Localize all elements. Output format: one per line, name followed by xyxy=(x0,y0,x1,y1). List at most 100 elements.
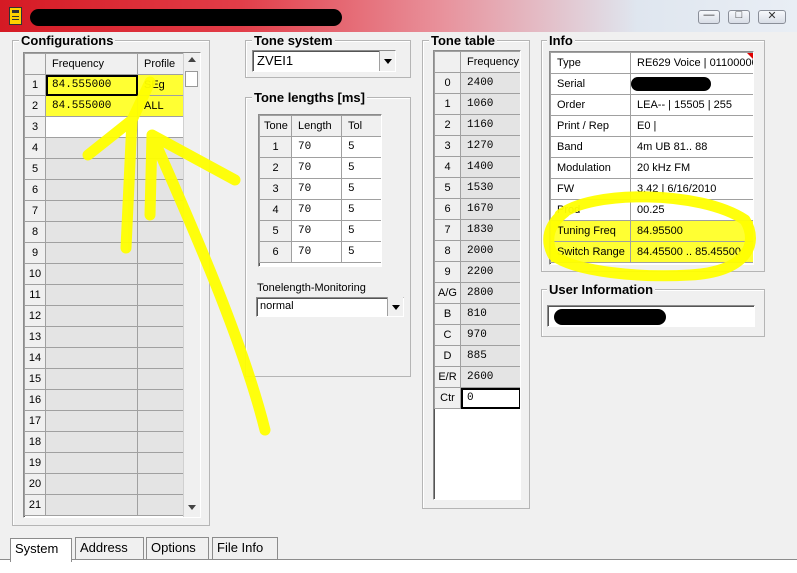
user-information-input[interactable] xyxy=(547,305,755,327)
frequency-cell[interactable] xyxy=(45,410,138,432)
tone-frequency-cell[interactable]: 2400 xyxy=(460,72,520,94)
frequency-cell[interactable] xyxy=(45,326,138,348)
tonelength-monitoring-select[interactable]: normal xyxy=(256,297,404,317)
tone-frequency-cell[interactable]: 1060 xyxy=(460,93,520,115)
length-cell[interactable]: 70 xyxy=(291,157,342,179)
table-row[interactable]: 19 xyxy=(24,452,185,474)
frequency-cell[interactable] xyxy=(45,158,138,180)
vertical-scrollbar[interactable] xyxy=(183,53,200,517)
scroll-up-icon[interactable] xyxy=(188,57,196,62)
profile-cell[interactable] xyxy=(137,431,185,453)
profile-column-header[interactable]: Profile xyxy=(137,53,185,75)
profile-cell[interactable] xyxy=(137,473,185,495)
tone-frequency-cell[interactable]: 885 xyxy=(460,345,520,367)
table-row[interactable]: E/R 2600 xyxy=(434,366,520,388)
tone-lengths-grid[interactable]: Tone Length Tol 1 70 5 2 70 5 3 70 5 4 70 5 5 70 5 6 70 5 xyxy=(258,114,382,267)
tol-cell[interactable]: 5 xyxy=(341,220,381,242)
frequency-cell[interactable] xyxy=(45,137,138,159)
table-row[interactable]: D 885 xyxy=(434,345,520,367)
profile-cell[interactable] xyxy=(137,326,185,348)
tab-address[interactable]: Address xyxy=(75,537,144,559)
profile-cell[interactable] xyxy=(137,305,185,327)
tone-frequency-cell[interactable]: 810 xyxy=(460,303,520,325)
tone-frequency-cell[interactable]: 1830 xyxy=(460,219,520,241)
table-row[interactable]: 21 xyxy=(24,494,185,516)
tab-options[interactable]: Options xyxy=(146,537,209,559)
tab-file-info[interactable]: File Info xyxy=(212,537,278,559)
tone-frequency-cell[interactable]: 970 xyxy=(460,324,520,346)
frequency-cell[interactable] xyxy=(45,242,138,264)
tol-cell[interactable]: 5 xyxy=(341,157,381,179)
table-row[interactable]: 6 1670 xyxy=(434,198,520,220)
frequency-cell[interactable] xyxy=(45,284,138,306)
tone-frequency-cell[interactable]: 2200 xyxy=(460,261,520,283)
frequency-cell[interactable] xyxy=(45,116,138,138)
profile-cell[interactable] xyxy=(137,137,185,159)
tone-frequency-cell[interactable]: 1530 xyxy=(460,177,520,199)
length-cell[interactable]: 70 xyxy=(291,136,342,158)
profile-cell[interactable]: ALL xyxy=(137,95,185,117)
length-cell[interactable]: 70 xyxy=(291,220,342,242)
frequency-cell[interactable] xyxy=(45,494,138,516)
maximize-button[interactable]: □ xyxy=(728,9,750,24)
tone-frequency-cell[interactable]: 1160 xyxy=(460,114,520,136)
tab-system[interactable]: System xyxy=(10,538,72,562)
profile-cell[interactable] xyxy=(137,494,185,516)
table-row[interactable]: 9 2200 xyxy=(434,261,520,283)
tone-frequency-cell[interactable]: 2000 xyxy=(460,240,520,262)
frequency-cell[interactable] xyxy=(45,473,138,495)
table-row[interactable]: 4 xyxy=(24,137,185,159)
table-row[interactable]: 18 xyxy=(24,431,185,453)
frequency-cell[interactable]: 84.555000 xyxy=(45,95,138,117)
chevron-down-icon[interactable] xyxy=(379,51,395,71)
table-row[interactable]: 1 1060 xyxy=(434,93,520,115)
profile-cell[interactable] xyxy=(137,347,185,369)
frequency-cell[interactable] xyxy=(45,200,138,222)
profile-cell[interactable] xyxy=(137,158,185,180)
table-row[interactable]: 3 1270 xyxy=(434,135,520,157)
frequency-cell[interactable] xyxy=(45,179,138,201)
table-row[interactable]: 6 xyxy=(24,179,185,201)
frequency-column-header[interactable]: Frequency xyxy=(45,53,138,75)
profile-cell[interactable] xyxy=(137,284,185,306)
table-row[interactable]: 2 84.555000 ALL xyxy=(24,95,185,117)
profile-cell[interactable] xyxy=(137,179,185,201)
table-row[interactable]: 1 84.555000 SEg xyxy=(24,74,185,96)
table-row[interactable]: 8 2000 xyxy=(434,240,520,262)
table-row[interactable]: 4 1400 xyxy=(434,156,520,178)
table-row[interactable]: 15 xyxy=(24,368,185,390)
table-row[interactable]: 20 xyxy=(24,473,185,495)
configurations-grid[interactable]: Frequency Profile 1 84.555000 SEg 2 84.55500… xyxy=(23,52,201,518)
minimize-button[interactable]: — xyxy=(698,9,720,24)
tone-table-grid[interactable]: Frequency 0 2400 1 1060 2 1160 3 1270 4 1400 5 1530… xyxy=(433,50,521,500)
profile-cell[interactable] xyxy=(137,116,185,138)
frequency-cell[interactable] xyxy=(45,452,138,474)
frequency-cell[interactable] xyxy=(45,305,138,327)
table-row[interactable]: 14 xyxy=(24,347,185,369)
profile-cell[interactable] xyxy=(137,452,185,474)
profile-cell[interactable] xyxy=(137,410,185,432)
profile-cell[interactable] xyxy=(137,389,185,411)
length-cell[interactable]: 70 xyxy=(291,199,342,221)
table-row[interactable]: B 810 xyxy=(434,303,520,325)
frequency-cell[interactable] xyxy=(45,221,138,243)
profile-cell[interactable]: SEg xyxy=(137,74,185,96)
scroll-down-icon[interactable] xyxy=(188,505,196,510)
tol-cell[interactable]: 5 xyxy=(341,199,381,221)
tone-frequency-cell[interactable]: 2600 xyxy=(460,366,520,388)
close-button[interactable]: ✕ xyxy=(758,10,786,24)
table-row[interactable]: 3 70 5 xyxy=(259,178,381,200)
frequency-cell[interactable] xyxy=(45,263,138,285)
table-row[interactable]: 1 70 5 xyxy=(259,136,381,158)
table-row[interactable]: 4 70 5 xyxy=(259,199,381,221)
profile-cell[interactable] xyxy=(137,242,185,264)
tol-cell[interactable]: 5 xyxy=(341,178,381,200)
table-row[interactable]: 3 xyxy=(24,116,185,138)
table-row[interactable]: 2 70 5 xyxy=(259,157,381,179)
tone-frequency-cell[interactable]: 0 xyxy=(460,387,520,409)
tone-frequency-cell[interactable]: 1670 xyxy=(460,198,520,220)
table-row[interactable]: 16 xyxy=(24,389,185,411)
table-row[interactable]: 8 xyxy=(24,221,185,243)
frequency-cell[interactable]: 84.555000 xyxy=(45,74,138,96)
table-row[interactable]: Ctr 0 xyxy=(434,387,520,409)
